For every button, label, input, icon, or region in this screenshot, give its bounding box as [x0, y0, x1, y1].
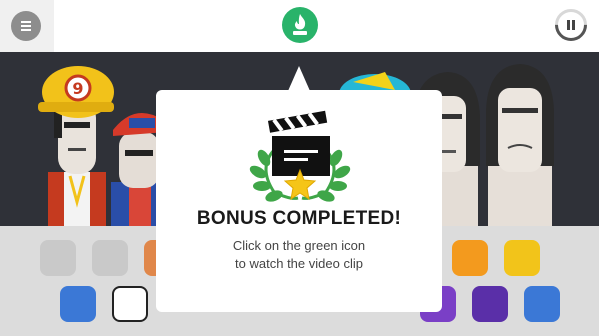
bonus-video-button[interactable]: [282, 7, 318, 43]
character-dark-hair-right[interactable]: [480, 52, 560, 226]
sound-icon-slot[interactable]: [40, 240, 76, 276]
popup-instruction-line1: Click on the green icon: [232, 238, 366, 253]
sound-icon-slot[interactable]: [504, 240, 540, 276]
bonus-emblem: [249, 110, 351, 202]
flame-icon: [293, 14, 307, 35]
sound-icon-slot[interactable]: [472, 286, 508, 322]
top-bar: [0, 0, 599, 52]
bonus-popup: BONUS COMPLETED! Click on the green icon…: [156, 90, 442, 312]
popup-pointer: [288, 66, 310, 91]
sound-icon-slot[interactable]: [452, 240, 488, 276]
progress-ring: [548, 2, 594, 48]
sound-icon-slot[interactable]: [92, 240, 128, 276]
pause-button[interactable]: [548, 2, 594, 48]
sound-icon-slot[interactable]: [524, 286, 560, 322]
sound-icon-slot[interactable]: [60, 286, 96, 322]
popup-instruction-line2: to watch the video clip: [235, 256, 363, 271]
hat-number-badge: 9: [72, 79, 83, 98]
popup-title: BONUS COMPLETED!: [196, 208, 402, 229]
sound-icon-slot[interactable]: [112, 286, 148, 322]
menu-button[interactable]: [11, 11, 41, 41]
clapperboard-icon: [267, 110, 330, 176]
